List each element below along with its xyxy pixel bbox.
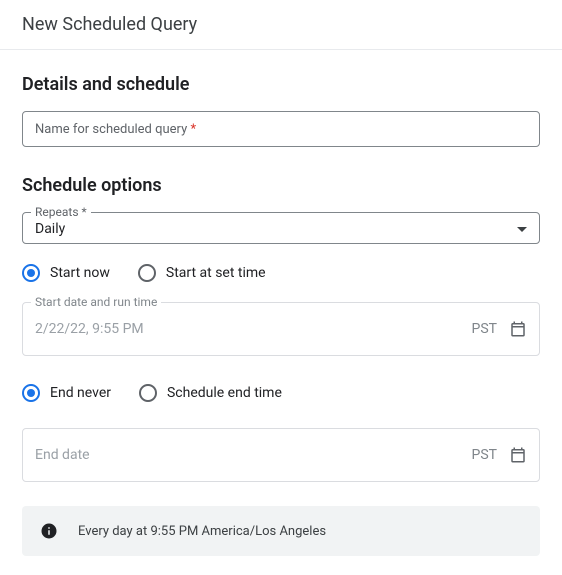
- dropdown-icon: [517, 227, 527, 232]
- query-name-input[interactable]: Name for scheduled query *: [22, 111, 540, 147]
- start-at-set-time-radio[interactable]: Start at set time: [138, 264, 266, 282]
- summary-text: Every day at 9:55 PM America/Los Angeles: [78, 524, 326, 539]
- repeats-value: Daily: [35, 221, 65, 237]
- start-date-field[interactable]: Start date and run time 2/22/22, 9:55 PM…: [22, 302, 540, 356]
- info-icon: [40, 522, 58, 540]
- repeats-select[interactable]: Repeats * Daily: [22, 212, 540, 244]
- calendar-icon[interactable]: [509, 446, 527, 464]
- start-date-timezone: PST: [472, 321, 498, 337]
- schedule-section-title: Schedule options: [22, 175, 540, 196]
- radio-unchecked-icon: [139, 384, 157, 402]
- schedule-summary: Every day at 9:55 PM America/Los Angeles: [22, 506, 540, 556]
- query-name-placeholder: Name for scheduled query: [35, 122, 187, 137]
- end-date-placeholder: End date: [35, 447, 472, 463]
- required-asterisk: *: [190, 122, 196, 137]
- details-section-title: Details and schedule: [22, 74, 540, 95]
- start-date-value: 2/22/22, 9:55 PM: [35, 321, 472, 337]
- dialog-header: New Scheduled Query: [0, 0, 562, 50]
- schedule-end-time-radio[interactable]: Schedule end time: [139, 384, 282, 402]
- end-date-timezone: PST: [472, 447, 498, 463]
- radio-checked-icon: [22, 264, 40, 282]
- dialog-title: New Scheduled Query: [22, 14, 540, 35]
- repeats-label: Repeats *: [31, 205, 91, 219]
- start-date-label: Start date and run time: [31, 295, 161, 309]
- radio-unchecked-icon: [138, 264, 156, 282]
- end-never-radio[interactable]: End never: [22, 384, 111, 402]
- start-at-label: Start at set time: [166, 265, 266, 281]
- start-now-radio[interactable]: Start now: [22, 264, 110, 282]
- calendar-icon[interactable]: [509, 320, 527, 338]
- end-radio-group: End never Schedule end time: [22, 384, 540, 402]
- end-time-label: Schedule end time: [167, 385, 282, 401]
- radio-checked-icon: [22, 384, 40, 402]
- end-never-label: End never: [50, 385, 111, 401]
- start-radio-group: Start now Start at set time: [22, 264, 540, 282]
- end-date-field[interactable]: End date PST: [22, 428, 540, 482]
- dialog-content: Details and schedule Name for scheduled …: [0, 50, 562, 556]
- start-now-label: Start now: [50, 265, 110, 281]
